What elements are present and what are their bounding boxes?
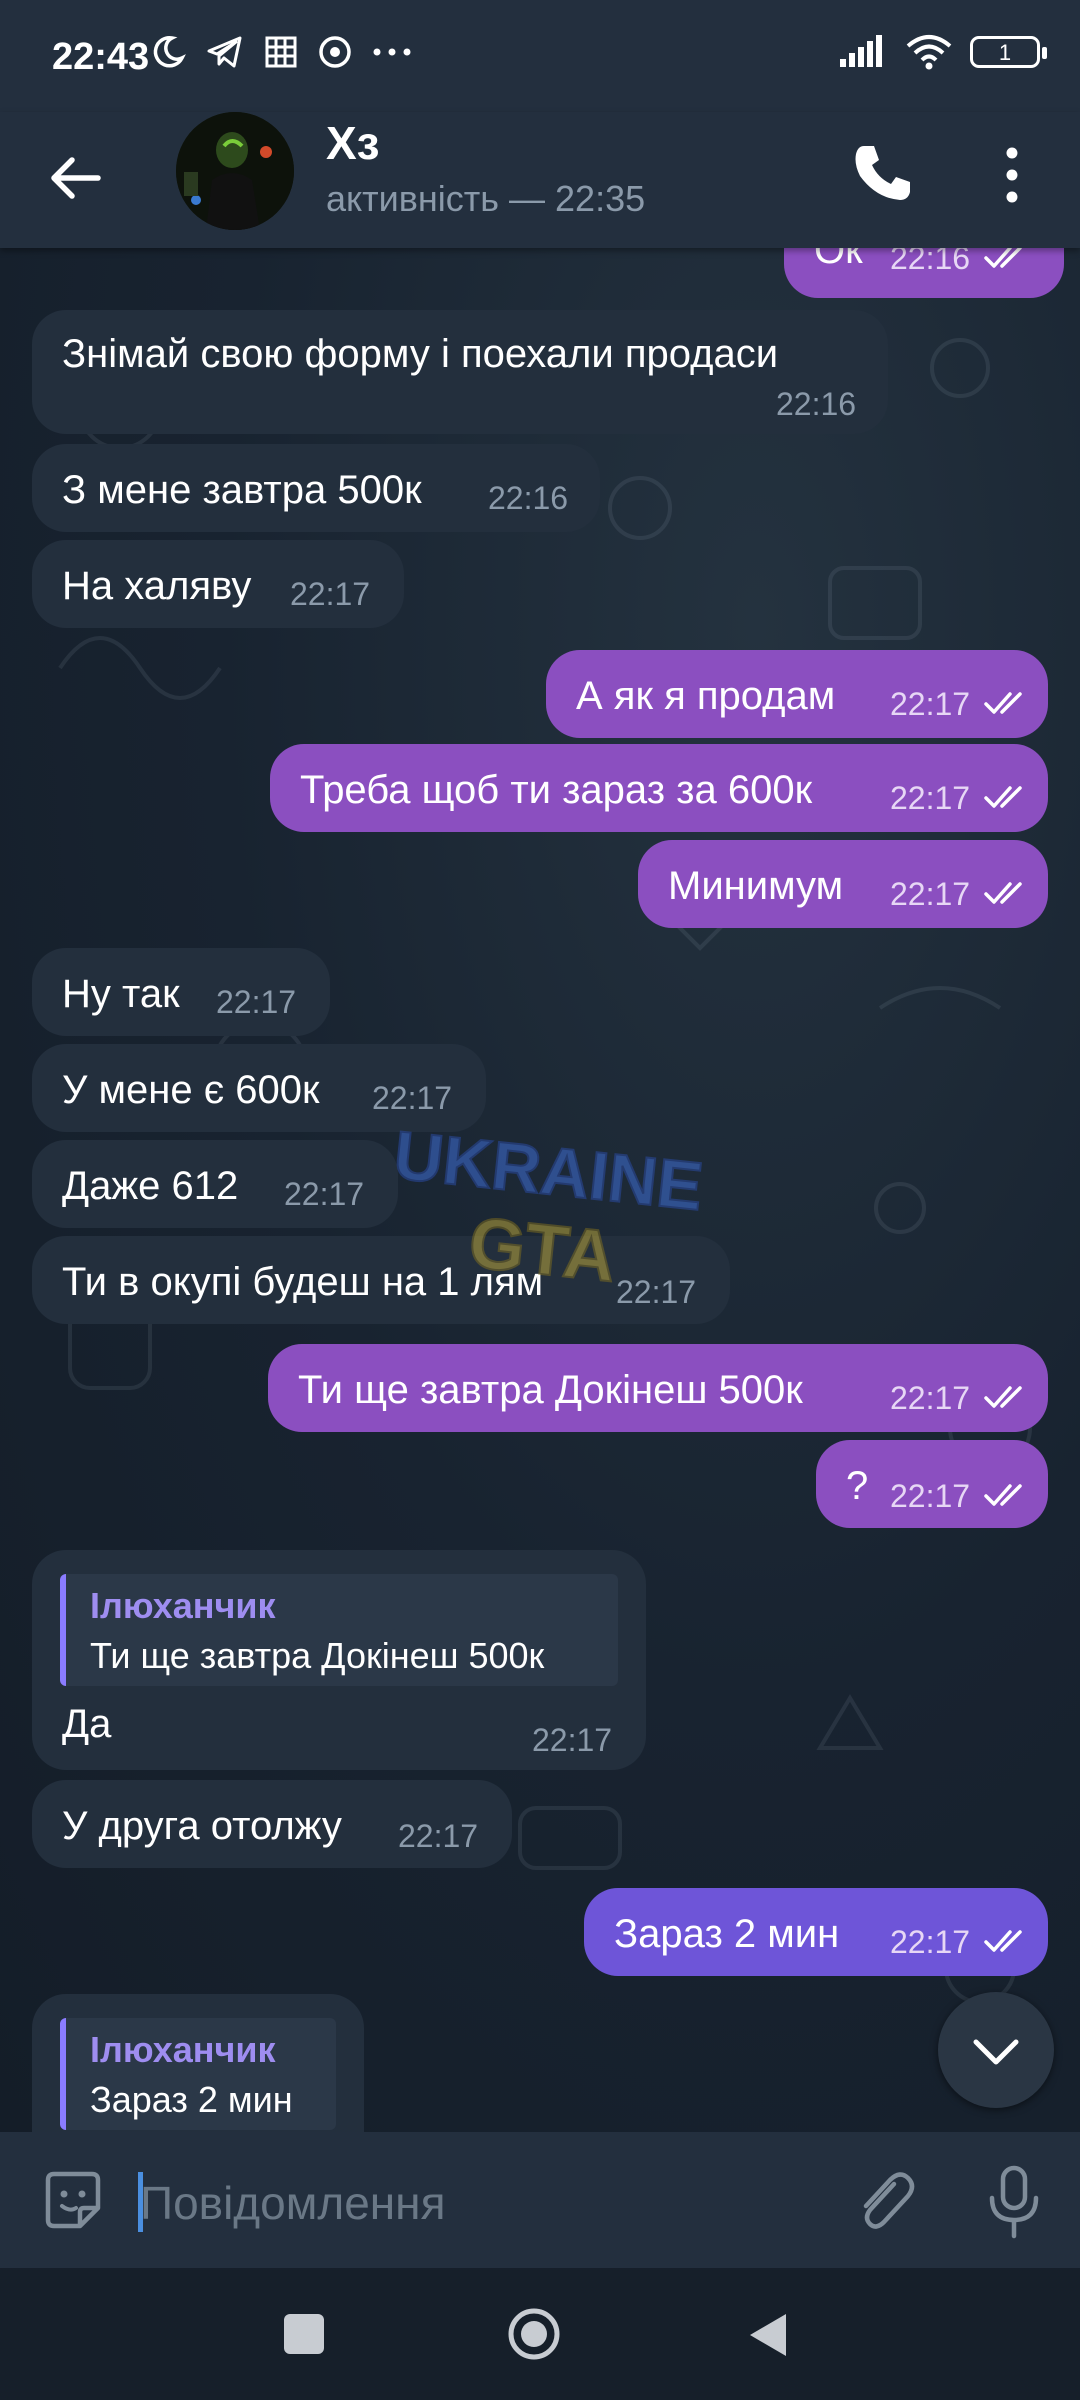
contact-name[interactable]: Хз	[326, 116, 380, 170]
message-outgoing[interactable]: А як я продам 22:17	[546, 650, 1048, 738]
message-incoming[interactable]: Ну так 22:17	[32, 948, 330, 1036]
message-time: 22:17	[216, 984, 297, 1020]
message-outgoing[interactable]: ? 22:17	[816, 1440, 1048, 1528]
message-time: 22:16	[890, 248, 971, 276]
message-incoming[interactable]: У мене є 600к 22:17	[32, 1044, 486, 1132]
message-input-bar: Повідомлення	[0, 2132, 1080, 2268]
arrow-left-icon[interactable]	[44, 146, 108, 210]
moon-icon	[153, 36, 186, 68]
message-time: 22:17	[290, 576, 371, 612]
message-text: Даже 612	[62, 1164, 239, 1208]
message-time: 22:17	[890, 686, 971, 722]
status-notification-icons	[150, 34, 412, 70]
message-outgoing[interactable]: Треба щоб ти зараз за 600к 22:17	[270, 744, 1048, 832]
message-text: На халяву	[62, 564, 252, 608]
signal-icon	[840, 35, 882, 67]
contact-last-seen: активність — 22:35	[326, 178, 646, 219]
message-time: 22:17	[372, 1080, 453, 1116]
home-icon[interactable]	[506, 2306, 562, 2362]
message-text: ?	[846, 1464, 869, 1508]
double-check-icon	[984, 786, 1022, 808]
message-incoming-reply[interactable]: Ілюханчик Ти ще завтра Докінеш 500к Да 2…	[32, 1550, 646, 1770]
reply-author: Ілюханчик	[90, 1585, 276, 1626]
nav-back-icon[interactable]	[746, 2310, 790, 2360]
message-text: Зараз 2 мин	[614, 1912, 840, 1956]
more-vertical-icon[interactable]	[990, 142, 1034, 208]
message-incoming[interactable]: Знімай свою форму і поехали продаси 22:1…	[32, 310, 888, 434]
message-text: А як я продам	[576, 674, 836, 718]
double-check-icon	[984, 248, 1022, 268]
message-outgoing[interactable]: Минимум 22:17	[638, 840, 1048, 928]
message-text: Да	[62, 1702, 112, 1746]
message-text: Минимум	[668, 864, 844, 908]
message-time: 22:17	[398, 1818, 479, 1854]
microphone-icon[interactable]	[984, 2164, 1044, 2240]
wifi-icon	[906, 35, 952, 70]
battery-tip	[1042, 47, 1047, 59]
message-incoming[interactable]: На халяву 22:17	[32, 540, 404, 628]
telegram-icon	[207, 36, 242, 68]
battery-icon: 1	[970, 36, 1047, 68]
phone-icon[interactable]	[850, 140, 916, 206]
more-notifications-icon	[373, 48, 411, 56]
message-incoming[interactable]: У друга отолжу 22:17	[32, 1780, 512, 1868]
double-check-icon	[984, 1484, 1022, 1506]
watermark-line2: GTA	[465, 1203, 619, 1298]
recents-button[interactable]	[284, 2314, 324, 2354]
message-list[interactable]: Ок 22:16 Знімай свою форму і поехали про…	[0, 248, 1080, 2132]
message-text: Ну так	[62, 972, 180, 1016]
message-text: Знімай свою форму і поехали продаси	[62, 332, 779, 376]
battery-level: 1	[998, 40, 1012, 65]
status-system-icons: 1	[838, 34, 1047, 70]
chat-header: Хз активність — 22:35	[0, 112, 1080, 248]
grid-icon	[265, 36, 297, 68]
message-outgoing[interactable]: Ти ще завтра Докінеш 500к 22:17	[268, 1344, 1048, 1432]
avatar-image	[176, 112, 294, 230]
system-navigation-bar	[0, 2268, 1080, 2400]
double-check-icon	[984, 692, 1022, 714]
message-time: 22:17	[890, 1380, 971, 1416]
avatar[interactable]	[176, 112, 294, 230]
status-time: 22:43	[52, 36, 150, 78]
message-incoming[interactable]: Даже 612 22:17	[32, 1140, 398, 1228]
status-bar: 22:43 1	[0, 0, 1080, 112]
message-text: Ти ще завтра Докінеш 500к	[298, 1368, 803, 1412]
reply-text: Зараз 2 мин	[90, 2079, 293, 2120]
message-time: 22:17	[284, 1176, 365, 1212]
reply-quote[interactable]: Ілюханчик Ти ще завтра Докінеш 500к	[60, 1574, 618, 1686]
message-outgoing[interactable]: Зараз 2 мин 22:17	[584, 1888, 1048, 1976]
message-text: З мене завтра 500к	[62, 468, 422, 512]
message-time: 22:17	[890, 876, 971, 912]
message-text: Треба щоб ти зараз за 600к	[300, 768, 813, 812]
reply-quote[interactable]: Ілюханчик Зараз 2 мин	[60, 2018, 336, 2130]
message-outgoing[interactable]: Ок 22:16	[784, 248, 1064, 298]
message-time: 22:16	[488, 480, 569, 516]
ukraine-gta-watermark: UKRAINE GTA	[392, 1124, 702, 1298]
message-incoming-reply[interactable]: Ілюханчик Зараз 2 мин	[32, 1994, 364, 2132]
sticker-icon[interactable]	[40, 2168, 106, 2234]
chevron-down-icon	[973, 2039, 1019, 2065]
message-text: У мене є 600к	[62, 1068, 320, 1112]
message-text: Ок	[814, 248, 863, 272]
double-check-icon	[984, 1386, 1022, 1408]
message-incoming[interactable]: З мене завтра 500к 22:16	[32, 444, 600, 532]
message-time: 22:17	[890, 780, 971, 816]
double-check-icon	[984, 1930, 1022, 1952]
message-time: 22:17	[890, 1924, 971, 1960]
message-time: 22:16	[776, 386, 857, 422]
reply-text: Ти ще завтра Докінеш 500к	[90, 1635, 545, 1676]
message-time: 22:17	[890, 1478, 971, 1514]
message-time: 22:17	[532, 1722, 613, 1758]
scroll-to-bottom-button[interactable]	[938, 1992, 1054, 2108]
paperclip-icon[interactable]	[850, 2166, 916, 2236]
double-check-icon	[984, 882, 1022, 904]
message-input[interactable]: Повідомлення	[140, 2176, 446, 2230]
message-text: У друга отолжу	[62, 1804, 342, 1848]
chrome-icon	[319, 36, 351, 68]
reply-author: Ілюханчик	[90, 2029, 276, 2070]
